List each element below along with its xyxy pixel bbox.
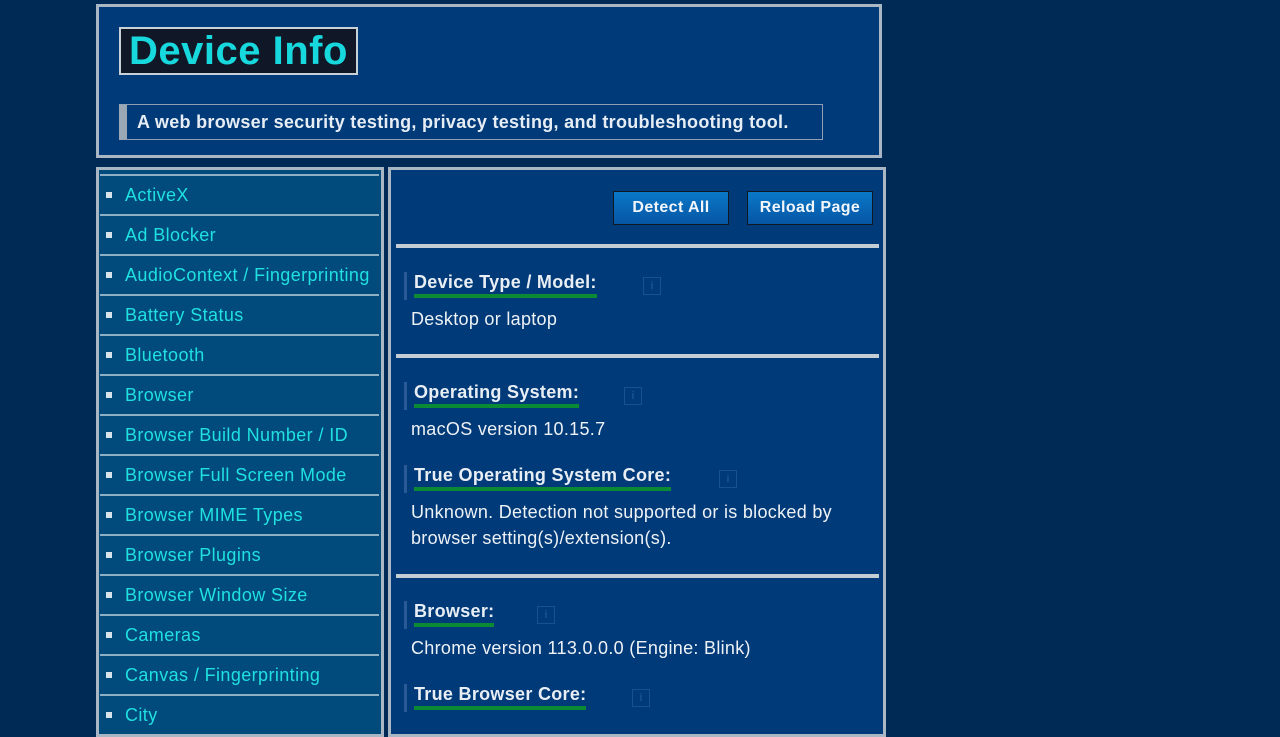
sidebar-item-browser-window-size[interactable]: Browser Window Size	[100, 574, 379, 614]
site-title[interactable]: Device Info	[129, 29, 348, 73]
info-icon[interactable]: i	[643, 277, 661, 295]
sidebar-item-browser-full-screen[interactable]: Browser Full Screen Mode	[100, 454, 379, 494]
info-icon[interactable]: i	[632, 689, 650, 707]
true-os-core-label-text: True Operating System Core:	[414, 465, 672, 491]
site-title-box[interactable]: Device Info	[119, 27, 358, 75]
true-os-core-label: True Operating System Core:	[404, 465, 673, 493]
square-bullet-icon	[106, 472, 112, 478]
square-bullet-icon	[106, 432, 112, 438]
sidebar-item-label[interactable]: Browser	[125, 385, 194, 406]
square-bullet-icon	[106, 232, 112, 238]
section-divider	[396, 354, 879, 358]
square-bullet-icon	[106, 712, 112, 718]
info-icon[interactable]: i	[719, 470, 737, 488]
os-value: macOS version 10.15.7	[411, 419, 606, 439]
sidebar-item-label[interactable]: Browser Build Number / ID	[125, 425, 348, 446]
square-bullet-icon	[106, 192, 112, 198]
sidebar-item-label[interactable]: City	[125, 705, 158, 726]
info-icon[interactable]: i	[537, 606, 555, 624]
square-bullet-icon	[106, 592, 112, 598]
sidebar-item-cameras[interactable]: Cameras	[100, 614, 379, 654]
os-label-text: Operating System:	[414, 382, 580, 408]
sidebar-item-label[interactable]: AudioContext / Fingerprinting	[125, 265, 370, 286]
device-type-value: Desktop or laptop	[411, 309, 558, 329]
detect-all-button[interactable]: Detect All	[613, 191, 729, 225]
browser-label-text: Browser:	[414, 601, 495, 627]
sidebar-nav: ActiveX Ad Blocker AudioContext / Finger…	[96, 167, 384, 737]
os-label: Operating System:	[404, 382, 581, 410]
sidebar-item-label[interactable]: Browser Window Size	[125, 585, 308, 606]
sidebar-item-label[interactable]: ActiveX	[125, 185, 189, 206]
browser-label: Browser:	[404, 601, 496, 629]
sidebar-item-canvas-fingerprinting[interactable]: Canvas / Fingerprinting	[100, 654, 379, 694]
browser-value: Chrome version 113.0.0.0 (Engine: Blink)	[411, 638, 751, 658]
sidebar-item-label[interactable]: Bluetooth	[125, 345, 205, 366]
sidebar-item-label[interactable]: Canvas / Fingerprinting	[125, 665, 320, 686]
true-os-core-value: Unknown. Detection not supported or is b…	[411, 502, 832, 548]
sidebar-item-browser[interactable]: Browser	[100, 374, 379, 414]
square-bullet-icon	[106, 632, 112, 638]
section-divider	[396, 244, 879, 248]
device-type-label-text: Device Type / Model:	[414, 272, 597, 298]
square-bullet-icon	[106, 512, 112, 518]
sidebar-item-activex[interactable]: ActiveX	[100, 174, 379, 214]
info-icon[interactable]: i	[624, 387, 642, 405]
sidebar-item-browser-plugins[interactable]: Browser Plugins	[100, 534, 379, 574]
sidebar-item-ad-blocker[interactable]: Ad Blocker	[100, 214, 379, 254]
section-divider	[396, 574, 879, 578]
sidebar-item-browser-mime-types[interactable]: Browser MIME Types	[100, 494, 379, 534]
sidebar-item-label[interactable]: Cameras	[125, 625, 201, 646]
true-browser-core-label-text: True Browser Core:	[414, 684, 587, 710]
true-browser-core-label: True Browser Core:	[404, 684, 588, 712]
square-bullet-icon	[106, 672, 112, 678]
main-content: Detect All Reload Page Device Type / Mod…	[388, 167, 886, 737]
sidebar-item-audiocontext[interactable]: AudioContext / Fingerprinting	[100, 254, 379, 294]
sidebar-item-label[interactable]: Browser MIME Types	[125, 505, 303, 526]
sidebar-item-label[interactable]: Browser Plugins	[125, 545, 261, 566]
nav-list: ActiveX Ad Blocker AudioContext / Finger…	[99, 174, 381, 734]
site-header: Device Info A web browser security testi…	[96, 4, 882, 158]
device-type-label: Device Type / Model:	[404, 272, 599, 300]
sidebar-item-city[interactable]: City	[100, 694, 379, 734]
sidebar-item-label[interactable]: Ad Blocker	[125, 225, 216, 246]
sidebar-item-label[interactable]: Browser Full Screen Mode	[125, 465, 347, 486]
site-tagline: A web browser security testing, privacy …	[119, 104, 823, 140]
sidebar-item-battery-status[interactable]: Battery Status	[100, 294, 379, 334]
square-bullet-icon	[106, 552, 112, 558]
square-bullet-icon	[106, 352, 112, 358]
square-bullet-icon	[106, 312, 112, 318]
square-bullet-icon	[106, 392, 112, 398]
square-bullet-icon	[106, 272, 112, 278]
sidebar-item-browser-build-number[interactable]: Browser Build Number / ID	[100, 414, 379, 454]
sidebar-item-bluetooth[interactable]: Bluetooth	[100, 334, 379, 374]
sidebar-item-label[interactable]: Battery Status	[125, 305, 244, 326]
reload-page-button[interactable]: Reload Page	[747, 191, 873, 225]
